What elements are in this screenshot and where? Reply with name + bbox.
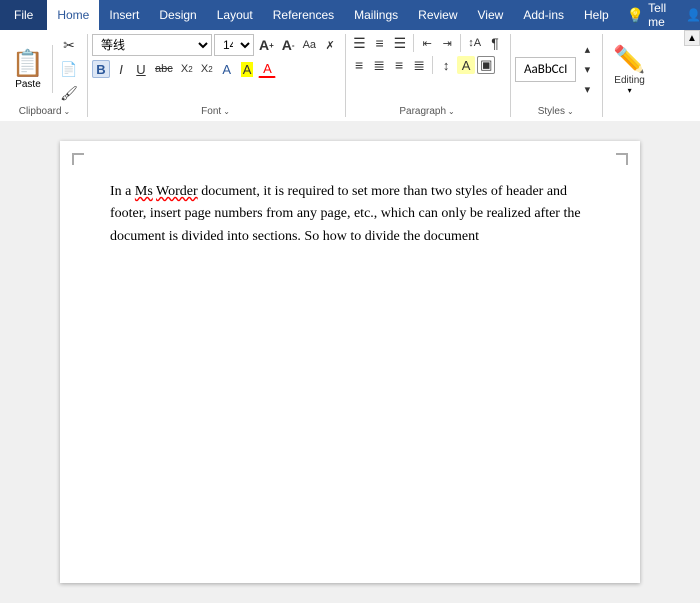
sort-button[interactable]: ↕A [465,34,484,52]
align-right-button[interactable]: ≡ [390,56,408,74]
menu-addins[interactable]: Add-ins [513,0,574,30]
menu-mailings[interactable]: Mailings [344,0,408,30]
corner-mark-tl [72,153,84,165]
highlight-button[interactable]: A [238,60,257,78]
menu-help[interactable]: Help [574,0,619,30]
menu-right: 💡 Tell me 👤 Share [619,0,700,30]
misspelled-ms: Ms [135,184,153,199]
italic-button[interactable]: I [112,60,130,78]
editing-button[interactable]: ✏️ Editing ▾ [607,42,651,97]
editing-title: x [607,104,651,117]
menu-references[interactable]: References [263,0,344,30]
share-icon: 👤 [686,8,700,22]
ribbon: 📋 Paste ✂ 📄 🖌 Clipboard ⌄ [0,30,700,121]
bold-button[interactable]: B [92,60,110,78]
corner-mark-tr [616,153,628,165]
styles-scroll-up[interactable]: ▴ [578,40,596,58]
paragraph-expand-icon[interactable]: ⌄ [448,107,455,116]
text-effects-button[interactable]: A [218,60,236,78]
underline-button[interactable]: U [132,60,150,78]
shading-button[interactable]: A [457,56,475,74]
paste-icon: 📋 [12,48,44,79]
share-button[interactable]: 👤 Share [674,0,700,30]
collapse-ribbon-button[interactable]: ▲ [684,30,700,46]
document-page: In a Ms Worder document, it is required … [60,141,640,583]
font-expand-icon[interactable]: ⌄ [223,107,230,116]
paragraph-section: ☰ ≡ ☰ ⇤ ⇥ ↕A ¶ ≡ ≣ ≡ ≣ [348,34,511,117]
numbered-list-button[interactable]: ≡ [371,34,389,52]
menu-insert[interactable]: Insert [99,0,149,30]
lightbulb-icon: 💡 [627,7,644,24]
menu-home[interactable]: Home [47,0,99,30]
document-text[interactable]: In a Ms Worder document, it is required … [110,181,590,248]
line-spacing-button[interactable]: ↕ [437,56,455,74]
paragraph-title: Paragraph ⌄ [350,104,504,117]
clear-format-button[interactable]: ✗ [321,36,339,54]
menu-review[interactable]: Review [408,0,467,30]
styles-preview: AaBbCcI [524,62,567,77]
menu-bar: File Home Insert Design Layout Reference… [0,0,700,30]
para-row1: ☰ ≡ ☰ ⇤ ⇥ ↕A ¶ [350,34,504,52]
font-name-row: 等线 14 A+ A- Aa ✗ [92,34,339,56]
menu-design[interactable]: Design [149,0,206,30]
font-title: Font ⌄ [92,104,339,117]
superscript-button[interactable]: X2 [198,60,216,78]
format-row: B I U abc X2 X2 A A A [92,60,276,78]
document-container: In a Ms Worder document, it is required … [0,121,700,603]
styles-box[interactable]: AaBbCcI [515,57,576,82]
clipboard-content: 📋 Paste ✂ 📄 🖌 [8,34,81,104]
increase-font-button[interactable]: A+ [256,36,277,54]
align-left-button[interactable]: ≡ [350,56,368,74]
show-hide-button[interactable]: ¶ [486,34,504,52]
increase-indent-button[interactable]: ⇥ [438,34,456,52]
menu-file[interactable]: File [0,0,47,30]
decrease-indent-button[interactable]: ⇤ [418,34,436,52]
editing-label: Editing [614,75,645,86]
para-row2: ≡ ≣ ≡ ≣ ↕ A ▣ [350,56,495,74]
styles-expand-icon[interactable]: ⌄ [567,107,574,116]
font-section: 等线 14 A+ A- Aa ✗ B I U abc X2 X2 [90,34,346,117]
copy-button[interactable]: 📄 [57,58,81,80]
misspelled-worder: Worder [156,184,198,199]
bullets-button[interactable]: ☰ [350,34,369,52]
clipboard-expand-icon[interactable]: ⌄ [64,107,71,116]
borders-button[interactable]: ▣ [477,56,495,74]
cut-button[interactable]: ✂ [57,34,81,56]
ribbon-main-row: 📋 Paste ✂ 📄 🖌 Clipboard ⌄ [0,30,700,121]
tell-me-button[interactable]: 💡 Tell me [619,0,674,30]
align-center-button[interactable]: ≣ [370,56,388,74]
tell-me-label: Tell me [648,1,666,29]
change-case-button[interactable]: Aa [300,36,319,54]
decrease-font-button[interactable]: A- [279,36,298,54]
format-painter-button[interactable]: 🖌 [57,82,81,104]
styles-section: AaBbCcI ▴ ▾ ▾ Styles ⌄ [513,34,603,117]
multilevel-list-button[interactable]: ☰ [391,34,410,52]
clipboard-section: 📋 Paste ✂ 📄 🖌 Clipboard ⌄ [6,34,88,117]
strikethrough-button[interactable]: abc [152,60,176,78]
editing-section: ✏️ Editing ▾ x [605,34,657,117]
justify-button[interactable]: ≣ [410,56,428,74]
paste-label: Paste [15,79,41,90]
font-size-select[interactable]: 14 [214,34,254,56]
editing-dropdown-icon: ▾ [628,86,632,95]
editing-icon: ✏️ [613,44,645,75]
paste-button[interactable]: 📋 Paste [8,45,48,93]
font-color-button[interactable]: A [258,60,276,78]
styles-expand-button[interactable]: ▾ [578,80,596,98]
subscript-button[interactable]: X2 [178,60,196,78]
font-name-select[interactable]: 等线 [92,34,212,56]
menu-view[interactable]: View [468,0,514,30]
clipboard-title: Clipboard ⌄ [8,104,81,117]
styles-title: Styles ⌄ [515,104,596,117]
styles-scroll-down[interactable]: ▾ [578,60,596,78]
menu-layout[interactable]: Layout [207,0,263,30]
